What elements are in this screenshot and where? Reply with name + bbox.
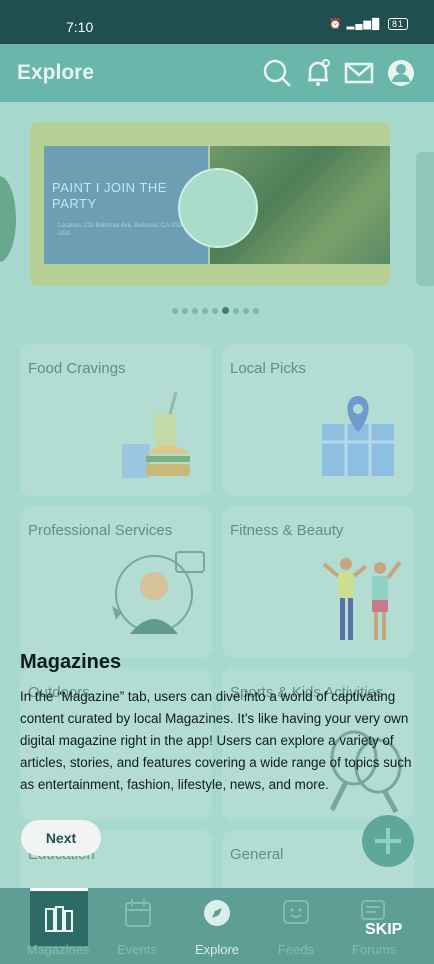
category-label: Professional Services [28,522,173,539]
notification-bell-icon[interactable] [303,58,333,88]
carousel-dot[interactable] [253,308,259,314]
burger-drink-icon [122,391,190,478]
banner-previous-slide[interactable] [0,176,16,262]
bottom-nav: Magazines Events Explore Feeds Forums SK… [0,888,434,964]
battery-indicator: 81 [387,18,408,30]
status-icons: ⏰ ▂▄▆█ 81 [329,18,408,30]
nav-explore[interactable]: Explore [177,942,257,957]
category-local-picks[interactable]: Local Picks [222,344,414,496]
carousel-dot[interactable] [212,308,218,314]
profile-icon[interactable] [386,58,416,88]
magazines-icon [45,906,73,932]
magazines-tab-highlight[interactable] [30,888,88,946]
banner-subtitle: Location: 210 Bellmore Ave, Bellmore, CA… [58,223,188,237]
mail-icon[interactable] [344,58,374,88]
carousel-dot[interactable] [192,308,198,314]
tutorial-heading: Magazines [20,651,122,673]
nav-magazines[interactable]: Magazines [18,942,98,957]
carousel-dot[interactable] [233,308,239,314]
category-label: Food Cravings [28,360,126,377]
app-bar: Explore [0,44,434,102]
nav-feeds[interactable]: Feeds [256,942,336,957]
status-time: 7:10 [66,19,94,35]
category-food-cravings[interactable]: Food Cravings [20,344,212,496]
carousel-indicator [172,301,263,314]
carousel-dot[interactable] [172,308,178,314]
tutorial-tooltip: Magazines In the “Magazine” tab, users c… [20,651,420,796]
next-button[interactable]: Next [21,820,101,856]
add-fab-button[interactable] [362,815,414,867]
category-label: Fitness & Beauty [230,522,344,539]
nav-label: Explore [194,942,240,957]
status-bar: 7:10 ⏰ ▂▄▆█ 81 [0,0,434,44]
nav-label: Magazines [26,942,90,957]
banner-badge-image [178,168,258,248]
category-professional-services[interactable]: Professional Services [20,506,212,658]
nav-events[interactable]: Events [97,942,177,957]
fitness-people-icon [322,558,402,640]
carousel-dot[interactable] [202,308,208,314]
map-pin-icon [322,396,394,476]
banner-next-slide[interactable] [416,152,434,286]
customer-support-icon [112,551,205,634]
nav-label: Events [117,942,157,957]
category-label: Local Picks [230,360,306,377]
compass-icon [204,900,230,926]
search-icon[interactable] [262,58,292,88]
carousel-dot[interactable] [182,308,188,314]
category-label: General [230,846,284,863]
nav-forums[interactable]: Forums [334,942,414,957]
nav-label: Feeds [277,942,315,957]
carousel-dot[interactable] [243,308,249,314]
skip-button[interactable]: SKIP [365,921,402,939]
tutorial-body: In the “Magazine” tab, users can dive in… [20,689,412,792]
feeds-icon [283,900,309,924]
nav-label: Forums [351,942,397,957]
carousel-dot-active[interactable] [222,307,229,314]
page-title: Explore [17,61,95,84]
category-fitness-beauty[interactable]: Fitness & Beauty [222,506,414,658]
calendar-icon [125,899,151,927]
